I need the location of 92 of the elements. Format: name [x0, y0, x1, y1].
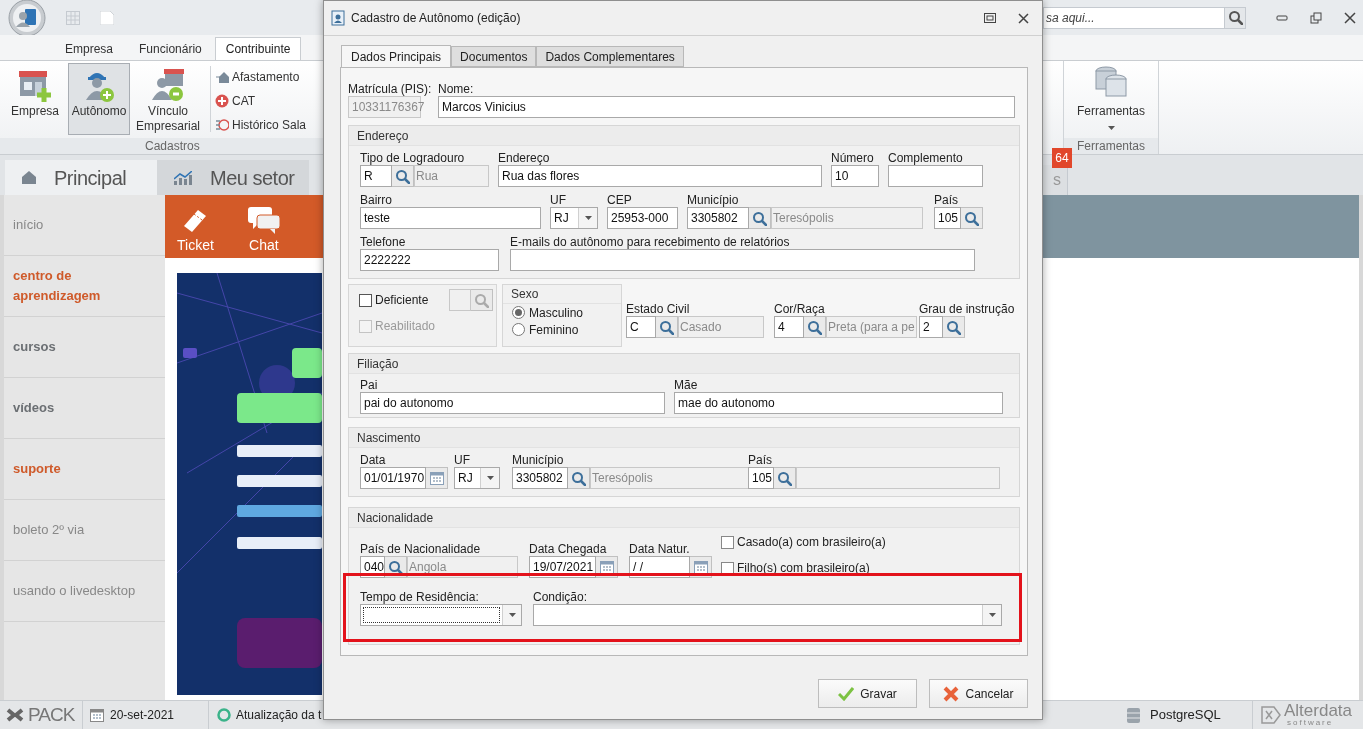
- checkbox-label: Casado(a) com brasileiro(a): [737, 534, 886, 551]
- tab[interactable]: Dados Complementares: [536, 46, 684, 67]
- field-label: Cor/Raça: [774, 302, 825, 316]
- search-field[interactable]: sa aqui...: [1043, 6, 1225, 29]
- ribbon-tab[interactable]: Funcionário: [126, 37, 215, 60]
- quick-action-button[interactable]: Chat: [246, 206, 281, 253]
- dropdown[interactable]: RJ: [454, 467, 500, 489]
- ribbon-item[interactable]: CAT: [215, 92, 307, 110]
- checkbox-label: Reabilitado: [375, 318, 436, 335]
- field-label: UF: [550, 193, 566, 207]
- group-label: Ferramentas: [1077, 138, 1145, 155]
- checkbox-label: Filho(s) com brasileiro(a): [737, 560, 870, 577]
- field-label: Grau de instrução: [919, 302, 1015, 316]
- field-label: País: [934, 193, 958, 207]
- field-label: Matrícula (PIS):: [348, 82, 432, 96]
- home-tab[interactable]: Meu setor: [157, 160, 309, 195]
- field-label: Bairro: [360, 193, 392, 207]
- dialog-button[interactable]: Gravar: [818, 679, 917, 708]
- field-label: Mãe: [674, 378, 698, 392]
- field-label: Município: [512, 453, 564, 467]
- ribbon-tab[interactable]: Contribuinte: [214, 37, 302, 60]
- ribbon-button[interactable]: Autônomo: [68, 63, 130, 135]
- window-title: Cadastro de Autônomo (edição): [351, 10, 522, 27]
- input-field[interactable]: 3305802: [687, 207, 749, 229]
- input-field[interactable]: 2: [919, 316, 943, 338]
- status-task: Atualização da t: [236, 707, 322, 724]
- radio-label: Feminino: [529, 321, 579, 339]
- sidebar-link[interactable]: vídeos: [13, 398, 55, 418]
- field-label: CEP: [607, 193, 632, 207]
- ribbon-item[interactable]: Histórico Sala: [215, 116, 307, 134]
- input-field[interactable]: R: [360, 165, 392, 187]
- input-field[interactable]: 105: [748, 467, 774, 489]
- input-field[interactable]: 01/01/1970: [360, 467, 426, 489]
- group-title: Nascimento: [357, 429, 421, 447]
- field-label: Data Chegada: [529, 542, 607, 556]
- ribbon-tab[interactable]: Empresa: [52, 37, 127, 60]
- ribbon-item[interactable]: Afastamento: [215, 68, 307, 86]
- tab[interactable]: Dados Principais: [341, 45, 452, 68]
- ribbon-button[interactable]: Vínculo Empresarial: [132, 63, 204, 135]
- field-label: Pai: [360, 378, 378, 392]
- input-field[interactable]: Marcos Vinicius: [438, 96, 1015, 118]
- input-field[interactable]: 25953-000: [607, 207, 678, 229]
- radio-label: Masculino: [529, 304, 584, 322]
- checkbox-label: Deficiente: [375, 292, 429, 309]
- sidebar-link[interactable]: cursos: [13, 337, 56, 357]
- field-label: UF: [454, 453, 470, 467]
- ribbon-button[interactable]: Empresa: [4, 63, 66, 135]
- field-label: Data: [360, 453, 386, 467]
- input-field[interactable]: 2222222: [360, 249, 499, 271]
- quick-action-button[interactable]: Ticket: [177, 206, 214, 253]
- group-title: Endereço: [357, 127, 409, 145]
- home-tab[interactable]: Principal: [5, 160, 157, 195]
- field-label: Data Natur.: [629, 542, 690, 556]
- input-field[interactable]: 105: [934, 207, 961, 229]
- field-label: Tempo de Residência:: [360, 590, 479, 604]
- product-logo: PACK: [28, 702, 75, 727]
- dialog-button[interactable]: Cancelar: [929, 679, 1028, 708]
- field-label: Município: [687, 193, 739, 207]
- field-label: País de Nacionalidade: [360, 542, 481, 556]
- field-label: Endereço: [498, 151, 550, 165]
- group-title: Filiação: [357, 355, 399, 373]
- field-label: Telefone: [360, 235, 406, 249]
- input-field[interactable]: 3305802: [512, 467, 568, 489]
- input-field[interactable]: mae do autonomo: [674, 392, 1003, 414]
- field-label: E-mails do autônomo para recebimento de relatórios: [510, 235, 790, 249]
- brand-name: Alterdata: [1284, 703, 1353, 718]
- group-title: Sexo: [511, 286, 539, 303]
- input-field[interactable]: teste: [360, 207, 541, 229]
- input-field[interactable]: 19/07/2021: [529, 556, 596, 578]
- tools-button[interactable]: Ferramentas: [1064, 61, 1158, 138]
- status-date: 20-set-2021: [110, 707, 175, 724]
- input-field[interactable]: 040: [360, 556, 385, 578]
- brand-tagline: software: [1286, 718, 1335, 727]
- input-field[interactable]: 10: [831, 165, 879, 187]
- field-label: Complemento: [888, 151, 963, 165]
- field-label: Nome:: [438, 82, 474, 96]
- field-label: País: [748, 453, 772, 467]
- group-label: Cadastros: [145, 138, 200, 155]
- input-field[interactable]: pai do autonomo: [360, 392, 665, 414]
- tab[interactable]: Documentos: [451, 46, 537, 67]
- field-label: Estado Civil: [626, 302, 690, 316]
- notification-badge: 64: [1052, 148, 1072, 168]
- input-field[interactable]: Rua das flores: [498, 165, 822, 187]
- field-label: Número: [831, 151, 874, 165]
- status-database: PostgreSQL: [1150, 706, 1221, 725]
- input-field[interactable]: 4: [774, 316, 804, 338]
- field-label: Condição:: [533, 590, 588, 604]
- input-field[interactable]: C: [626, 316, 656, 338]
- field-label: Tipo de Logradouro: [360, 151, 465, 165]
- dropdown[interactable]: RJ: [550, 207, 598, 229]
- group-title: Nacionalidade: [357, 509, 434, 527]
- input-field[interactable]: / /: [629, 556, 690, 578]
